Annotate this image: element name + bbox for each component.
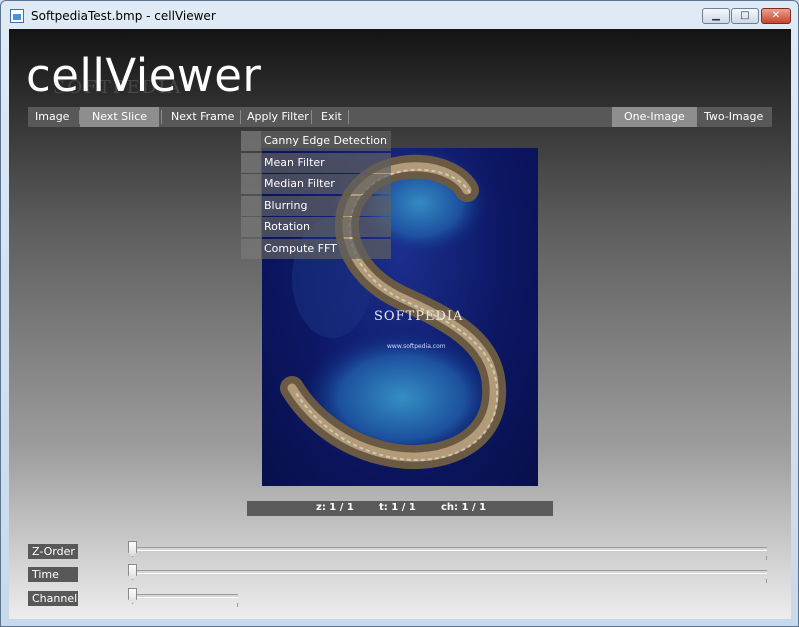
channel-slider-thumb[interactable] xyxy=(128,588,137,604)
menu-item-icon-box xyxy=(241,152,261,173)
status-ch: ch: 1 / 1 xyxy=(441,502,487,513)
channel-label: Channel xyxy=(28,591,78,606)
watermark-logo: SOFTPEDIA xyxy=(53,77,183,98)
filter-compute-fft[interactable]: Compute FFT xyxy=(241,238,391,259)
menu-one-image[interactable]: One-Image xyxy=(612,107,697,127)
maximize-icon: □ xyxy=(740,10,750,21)
slider-tick xyxy=(766,556,767,560)
image-watermark-url: www.softpedia.com xyxy=(387,343,446,350)
app-window: SoftpediaTest.bmp - cellViewer ▁ □ ✕ cel… xyxy=(0,0,799,627)
menu-separator xyxy=(311,110,312,124)
channel-slider-track[interactable] xyxy=(133,594,238,598)
minimize-icon: ▁ xyxy=(712,10,720,21)
app-content: cellViewer SOFTPEDIA Image Next Slice Ne… xyxy=(9,29,791,619)
position-status-bar: z: 1 / 1 t: 1 / 1 ch: 1 / 1 xyxy=(247,501,553,516)
slider-tick xyxy=(766,579,767,583)
app-icon xyxy=(10,9,24,23)
menu-separator xyxy=(348,110,349,124)
menu-next-frame[interactable]: Next Frame xyxy=(171,107,234,127)
menu-item-icon-box xyxy=(241,217,261,238)
menu-item-icon-box xyxy=(241,195,261,216)
filter-median[interactable]: Median Filter xyxy=(241,174,391,195)
minimize-button[interactable]: ▁ xyxy=(702,8,730,24)
menu-item-icon-box xyxy=(241,238,261,259)
title-bar[interactable]: SoftpediaTest.bmp - cellViewer ▁ □ ✕ xyxy=(1,1,798,29)
time-slider-track[interactable] xyxy=(133,570,767,574)
filter-dropdown: Canny Edge Detection Mean Filter Median … xyxy=(241,131,391,261)
time-label: Time xyxy=(28,567,78,582)
status-t: t: 1 / 1 xyxy=(379,502,416,513)
time-slider-thumb[interactable] xyxy=(128,564,137,580)
z-order-label: Z-Order xyxy=(28,544,78,559)
z-order-slider-thumb[interactable] xyxy=(128,541,137,557)
image-watermark: SOFTPEDIA xyxy=(374,309,464,324)
menu-exit[interactable]: Exit xyxy=(321,107,342,127)
menu-separator xyxy=(240,110,241,124)
menu-bar: Image Next Slice Next Frame Apply Filter… xyxy=(28,107,772,127)
close-button[interactable]: ✕ xyxy=(761,8,791,24)
menu-item-icon-box xyxy=(241,131,261,151)
menu-separator xyxy=(161,110,162,124)
menu-apply-filter[interactable]: Apply Filter xyxy=(247,107,309,127)
menu-two-image[interactable]: Two-Image xyxy=(704,107,763,127)
menu-image[interactable]: Image xyxy=(35,107,69,127)
filter-blurring[interactable]: Blurring xyxy=(241,195,391,216)
menu-item-icon-box xyxy=(241,174,261,195)
menu-next-slice[interactable]: Next Slice xyxy=(80,107,160,127)
filter-mean[interactable]: Mean Filter xyxy=(241,152,391,173)
filter-rotation[interactable]: Rotation xyxy=(241,217,391,238)
close-icon: ✕ xyxy=(771,10,781,21)
slider-tick xyxy=(237,603,238,607)
maximize-button[interactable]: □ xyxy=(731,8,759,24)
filter-canny-edge-detection[interactable]: Canny Edge Detection xyxy=(241,131,391,151)
z-order-slider-track[interactable] xyxy=(133,547,767,551)
status-z: z: 1 / 1 xyxy=(316,502,354,513)
window-title: SoftpediaTest.bmp - cellViewer xyxy=(31,9,216,23)
